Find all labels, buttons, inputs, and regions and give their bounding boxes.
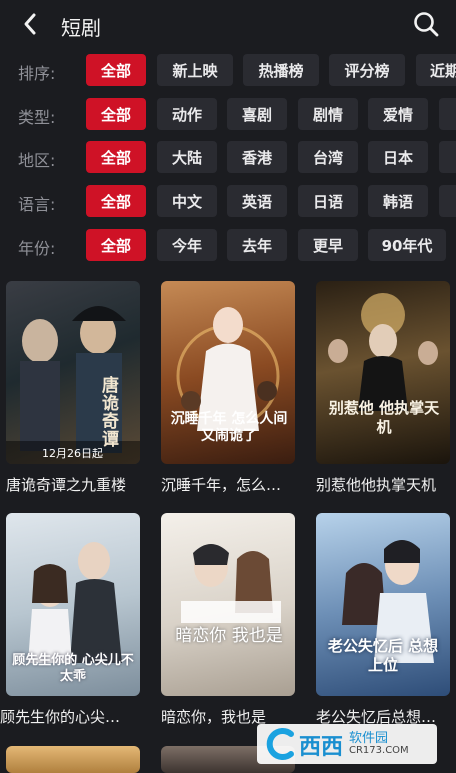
poster-title: 别惹他 他执掌天机 [328,399,440,436]
poster-image: 老公失忆后 总想上位 [316,513,450,696]
filter-row-year: 年份: 全部 今年 去年 更早 90年代 [0,229,456,261]
search-button[interactable] [412,10,440,38]
filter-option[interactable] [439,141,456,173]
filter-option[interactable]: 90年代 [368,229,446,261]
filter-option[interactable]: 台湾 [298,141,358,173]
filter-option[interactable]: 大陆 [157,141,217,173]
poster-title: 老公失忆后 总想上位 [327,637,439,674]
filter-option[interactable]: 热播榜 [243,54,319,86]
filter-option[interactable]: 剧情 [298,98,358,130]
card-title: 顾先生你的心尖… [0,708,121,726]
filter-row-language: 语言: 全部 中文 英语 日语 韩语 [0,185,456,217]
filter-option[interactable]: 新上映 [157,54,233,86]
drama-card[interactable]: 沉睡千年 怎么人间又闹诡了 沉睡千年，怎么… [161,281,295,496]
drama-card[interactable]: 别惹他 他执掌天机 别惹他他执掌天机 [316,281,450,496]
poster-date: 12月26日起 [42,447,103,460]
drama-card[interactable]: 暗恋你 我也是 暗恋你，我也是 [161,513,295,728]
filter-option[interactable]: 英语 [227,185,287,217]
logo-mark-icon [266,728,294,760]
filter-row-genre: 类型: 全部 动作 喜剧 剧情 爱情 [0,98,456,130]
filter-option[interactable]: 全部 [86,98,146,130]
filter-option[interactable]: 中文 [157,185,217,217]
filter-option[interactable]: 全部 [86,185,146,217]
filter-option[interactable]: 韩语 [368,185,428,217]
filter-option[interactable]: 日语 [298,185,358,217]
filter-option[interactable] [439,185,456,217]
drama-card[interactable]: 顾先生你的 心尖儿不太乖 顾先生你的心尖… [0,513,140,728]
filter-option[interactable]: 更早 [298,229,358,261]
watermark-logo: 西西 软件园 CR173.COM [257,724,437,764]
filter-option[interactable]: 动作 [157,98,217,130]
filter-option[interactable]: 近期 [416,54,456,86]
poster-image: 沉睡千年 怎么人间又闹诡了 [161,281,295,464]
card-title: 唐诡奇谭之九重楼 [6,476,127,494]
filter-row-sort: 排序: 全部 新上映 热播榜 评分榜 近期 [0,54,456,86]
watermark-brand: 西西 [299,735,344,760]
filter-option[interactable]: 今年 [157,229,217,261]
filter-option[interactable]: 喜剧 [227,98,287,130]
watermark-url: CR173.COM [349,745,409,756]
poster-image [6,746,140,773]
filter-option[interactable]: 日本 [368,141,428,173]
card-title: 别惹他他执掌天机 [316,476,437,494]
filter-label: 排序: [18,64,56,83]
poster-title: 唐诡奇谭 [102,376,119,450]
search-icon [414,12,439,37]
filter-option[interactable] [439,98,456,130]
drama-card[interactable]: 老公失忆后 总想上位 老公失忆后总想… [316,513,450,728]
watermark-sub: 软件园 [349,731,389,746]
filter-option[interactable]: 全部 [86,141,146,173]
poster-image: 唐诡奇谭 12月26日起 [6,281,140,464]
drama-card[interactable]: 唐诡奇谭 12月26日起 唐诡奇谭之九重楼 [6,281,140,496]
filter-row-region: 地区: 全部 大陆 香港 台湾 日本 [0,141,456,173]
filter-label: 地区: [18,151,56,170]
back-button[interactable] [18,10,42,38]
filter-option[interactable]: 评分榜 [329,54,405,86]
filter-label: 类型: [18,108,56,127]
poster-title: 顾先生你的 心尖儿不太乖 [12,653,134,684]
card-title: 沉睡千年，怎么… [161,476,282,494]
filter-label: 语言: [18,195,56,214]
filter-option[interactable]: 全部 [86,54,146,86]
poster-title: 暗恋你 我也是 [175,626,283,646]
filter-option[interactable]: 香港 [227,141,287,173]
poster-art [181,544,281,623]
filter-option[interactable]: 全部 [86,229,146,261]
drama-card[interactable] [6,746,140,773]
app-header: 短剧 [0,0,456,48]
poster-image: 暗恋你 我也是 [161,513,295,696]
chevron-left-icon [24,13,36,35]
poster-title: 沉睡千年 怎么人间又闹诡了 [170,411,288,444]
filter-option[interactable]: 爱情 [368,98,428,130]
filter-label: 年份: [18,239,56,258]
poster-image: 顾先生你的 心尖儿不太乖 [6,513,140,696]
page-title: 短剧 [61,16,101,40]
poster-image: 别惹他 他执掌天机 [316,281,450,464]
filter-option[interactable]: 去年 [227,229,287,261]
